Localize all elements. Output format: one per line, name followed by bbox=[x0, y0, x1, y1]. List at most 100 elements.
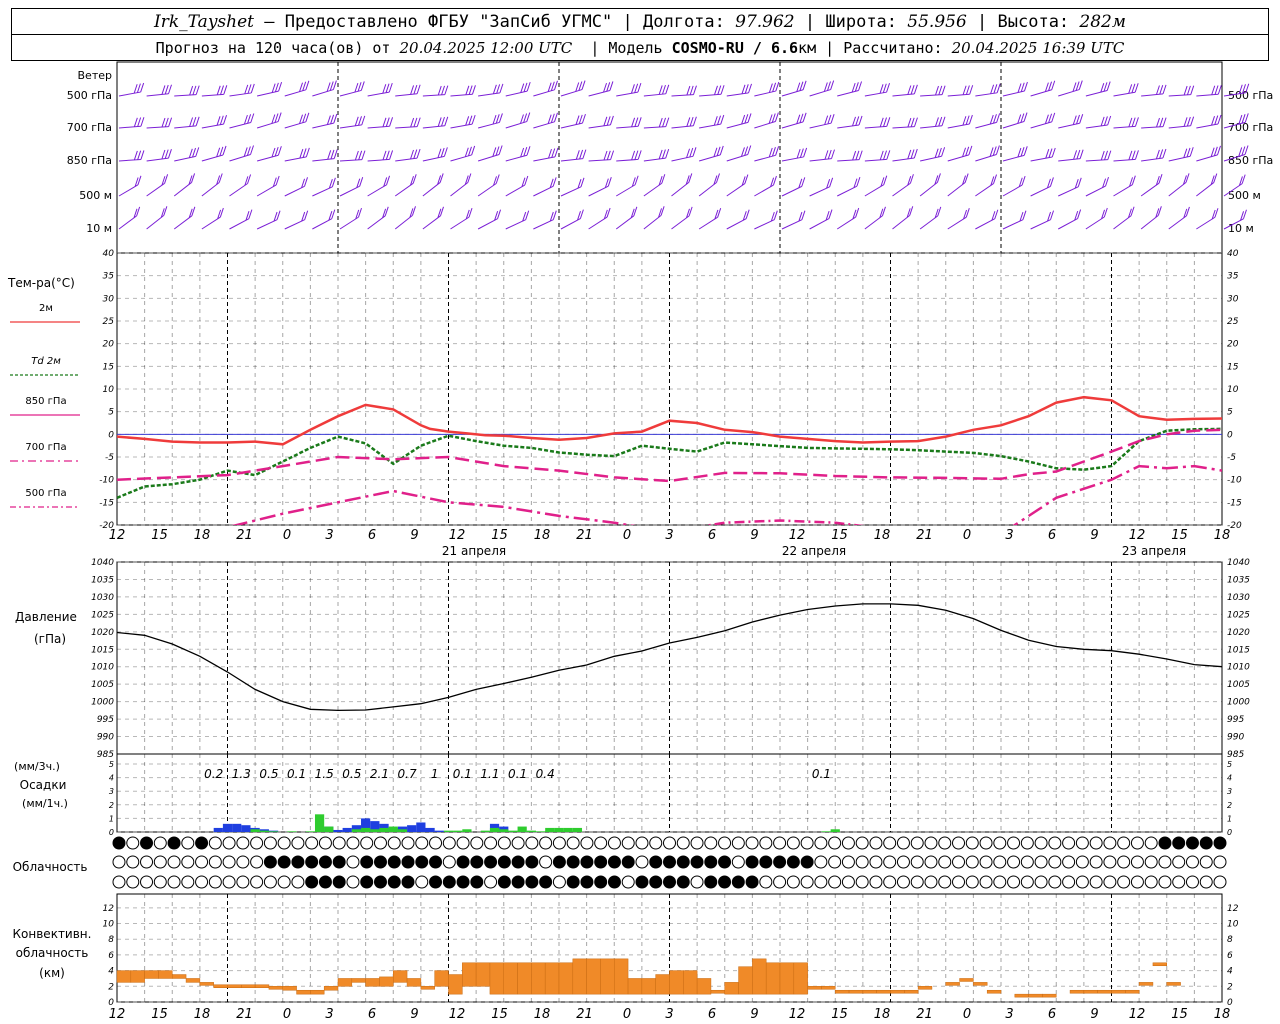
wind-barb-feather bbox=[471, 145, 476, 156]
cloud-symbol bbox=[429, 836, 443, 850]
precip-bar-large bbox=[563, 827, 573, 832]
wind-barb-feather bbox=[968, 145, 973, 156]
wind-barb-feather bbox=[1048, 81, 1053, 91]
wind-barb-shaft bbox=[505, 90, 528, 97]
y-tick-label-left: 20 bbox=[103, 340, 115, 350]
x-tick-label: 15 bbox=[491, 1007, 508, 1022]
cloud-symbol bbox=[1172, 855, 1186, 869]
wind-barb-feather bbox=[330, 114, 335, 124]
x-tick-label: 9 bbox=[750, 1007, 758, 1022]
wind-barb-feather bbox=[962, 147, 967, 157]
cloud-symbol bbox=[250, 855, 264, 869]
y-tick-label-right: 1005 bbox=[1227, 680, 1250, 690]
wind-barb-feather bbox=[907, 149, 912, 160]
conv-cloud-bar bbox=[600, 958, 615, 995]
cloud-symbol bbox=[855, 855, 869, 869]
wind-level-label-right: 10 м bbox=[1228, 222, 1254, 235]
wind-barb-feather bbox=[440, 147, 445, 158]
cloud-symbol bbox=[167, 875, 181, 889]
cloud-symbol bbox=[318, 855, 332, 869]
wind-barb-shaft bbox=[1196, 93, 1219, 97]
wind-barb-feather bbox=[220, 85, 224, 95]
wind-barb-shaft bbox=[1085, 185, 1106, 197]
day-label: 21 апреля bbox=[442, 544, 506, 558]
wind-barb-feather bbox=[772, 175, 777, 186]
cloud-symbol bbox=[883, 855, 897, 869]
wind-barb-feather bbox=[1214, 115, 1219, 125]
y-tick-label-left: 6 bbox=[108, 951, 114, 961]
cloud-symbol bbox=[484, 855, 498, 869]
cloud-symbol bbox=[1089, 875, 1103, 889]
cloud-symbol bbox=[222, 855, 236, 869]
conv-cloud-bar bbox=[531, 962, 546, 995]
wind-barb-feather bbox=[637, 150, 642, 160]
wind-barb-feather bbox=[468, 146, 472, 157]
cloud-symbol bbox=[594, 836, 608, 850]
cloud-symbol bbox=[1007, 875, 1021, 889]
y-tick-label-right: 4 bbox=[1227, 774, 1232, 783]
precip-bar-large bbox=[351, 829, 362, 832]
wind-barb-feather bbox=[437, 148, 442, 158]
cloud-symbol bbox=[167, 836, 181, 850]
cloud-symbol bbox=[263, 855, 277, 869]
wind-barb-feather bbox=[575, 115, 580, 125]
conv-cloud-bar bbox=[448, 974, 463, 995]
wind-barb-feather bbox=[271, 147, 276, 158]
wind-barb-feather bbox=[1217, 145, 1221, 156]
cloud-symbol bbox=[1117, 875, 1131, 889]
wind-barb-feather bbox=[823, 82, 828, 92]
y-tick-label-left: 30 bbox=[103, 294, 115, 304]
x-tick-label: 0 bbox=[963, 1007, 971, 1022]
wind-barb-feather bbox=[1076, 114, 1080, 125]
cloud-symbol bbox=[896, 855, 910, 869]
wind-barb-feather bbox=[740, 147, 745, 157]
x-tick-label: 6 bbox=[708, 528, 716, 543]
wind-barb-feather bbox=[386, 175, 391, 185]
y-tick-label-right: 3 bbox=[1227, 787, 1232, 796]
wind-barb-shaft bbox=[864, 125, 887, 129]
wind-barb-feather bbox=[168, 84, 172, 94]
wind-barb-feather bbox=[354, 150, 359, 161]
x-tick-label: 18 bbox=[1214, 1007, 1231, 1022]
precip-bar-conv bbox=[416, 822, 426, 832]
y-tick-label-right: 2 bbox=[1227, 801, 1232, 810]
conv-cloud-bar bbox=[1138, 982, 1154, 986]
conv-title-2: облачность bbox=[16, 946, 89, 960]
precip-bar-conv bbox=[342, 827, 352, 832]
wind-barb-feather bbox=[439, 173, 444, 183]
wind-barb-feather bbox=[851, 82, 856, 93]
wind-barb-feather bbox=[665, 148, 670, 159]
wind-barb-feather bbox=[879, 84, 884, 94]
cloud-symbol bbox=[456, 836, 470, 850]
cloud-symbol bbox=[1048, 836, 1062, 850]
wind-barb-shaft bbox=[477, 154, 500, 162]
wind-barb-feather bbox=[164, 84, 169, 95]
wind-barb-feather bbox=[1130, 206, 1135, 216]
wind-barb-feather bbox=[938, 116, 943, 127]
conv-cloud-bar bbox=[558, 962, 574, 995]
wind-barb-feather bbox=[412, 174, 417, 184]
cloud-symbol bbox=[140, 875, 154, 889]
wind-barb-feather bbox=[1162, 84, 1167, 95]
wind-barb-shaft bbox=[284, 121, 306, 129]
wind-barb-feather bbox=[358, 150, 363, 160]
wind-barb-feather bbox=[993, 84, 998, 94]
wind-barb-feather bbox=[802, 80, 807, 90]
y-tick-label-left: 985 bbox=[97, 750, 114, 760]
wind-barb-feather bbox=[665, 84, 670, 94]
wind-level-label-right: 850 гПа bbox=[1228, 154, 1273, 167]
conv-title-1: Конвективн. bbox=[13, 927, 92, 941]
wind-barb-feather bbox=[468, 207, 473, 218]
cloud-symbol bbox=[401, 836, 415, 850]
cloud-symbol bbox=[222, 836, 236, 850]
wind-barb-feather bbox=[277, 112, 282, 122]
y-tick-label-left: 4 bbox=[108, 967, 114, 977]
cloud-symbol bbox=[222, 875, 236, 889]
x-tick-label: 3 bbox=[325, 528, 333, 543]
wind-barb-feather bbox=[1185, 206, 1190, 217]
cloud-symbol bbox=[759, 836, 773, 850]
cloud-symbol bbox=[841, 855, 855, 869]
conv-cloud-bar bbox=[765, 962, 781, 995]
precip-3h-total: 0.1 bbox=[508, 767, 527, 781]
cloud-symbol bbox=[841, 836, 855, 850]
